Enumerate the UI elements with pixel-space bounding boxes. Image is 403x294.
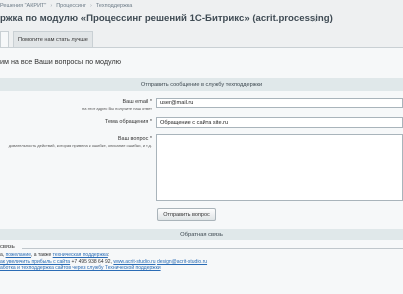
form-header: Отправить сообщение в службу техподдержк… <box>0 78 403 91</box>
breadcrumb-item-acrit[interactable]: Решения "АКРИТ" <box>0 3 46 9</box>
feedback-line-1: а, пожелание, а также техническая поддер… <box>0 252 110 258</box>
tech-support-link[interactable]: техническая поддержка <box>53 252 108 258</box>
email-hint: на этот адрес Вы получите наш ответ <box>82 106 152 111</box>
feedback-subheader: связь <box>0 244 15 250</box>
feedback-header: Обратная связь <box>0 229 403 240</box>
breadcrumb: Решения "АКРИТ" › Процессинг › Техподдер… <box>0 0 132 12</box>
page-title: ржка по модулю «Процессинг решений 1С-Би… <box>0 13 333 24</box>
question-textarea[interactable] <box>156 134 403 201</box>
email-field-value: user@mail.ru <box>160 100 194 106</box>
intro-text: им на все Ваши вопросы по модулю <box>0 57 122 66</box>
divider <box>22 248 403 249</box>
email-label: Ваш email * <box>122 99 152 105</box>
dev-support-link[interactable]: аботка и техподдержка сайтов через служб… <box>0 265 161 271</box>
email-link[interactable]: design@acrit-studio.ru <box>157 259 207 265</box>
feedback-line-3: аботка и техподдержка сайтов через служб… <box>0 265 161 271</box>
question-label: Ваш вопрос * <box>117 136 152 142</box>
wish-link[interactable]: пожелание <box>6 252 31 258</box>
tab-bar: Помогите нам стать лучше <box>0 31 403 47</box>
subject-field[interactable]: Обращение с сайта site.ru <box>156 117 403 128</box>
subject-field-value: Обращение с сайта site.ru <box>160 119 229 126</box>
breadcrumb-item-support[interactable]: Техподдержка <box>96 3 132 9</box>
email-field[interactable]: user@mail.ru <box>156 98 403 108</box>
breadcrumb-item-processing[interactable]: Процессинг <box>56 3 86 9</box>
subject-label: Тема обращения * <box>104 119 152 125</box>
star-icon[interactable]: ☆ <box>310 14 318 25</box>
tab-help-us[interactable]: Помогите нам стать лучше <box>13 31 93 47</box>
breadcrumb-separator: › <box>90 3 92 9</box>
breadcrumb-separator: › <box>50 3 53 9</box>
question-hint: довательность действий, которая привела … <box>8 143 152 148</box>
submit-button[interactable]: Отправить вопрос <box>157 208 216 221</box>
tab-support[interactable] <box>0 31 9 47</box>
